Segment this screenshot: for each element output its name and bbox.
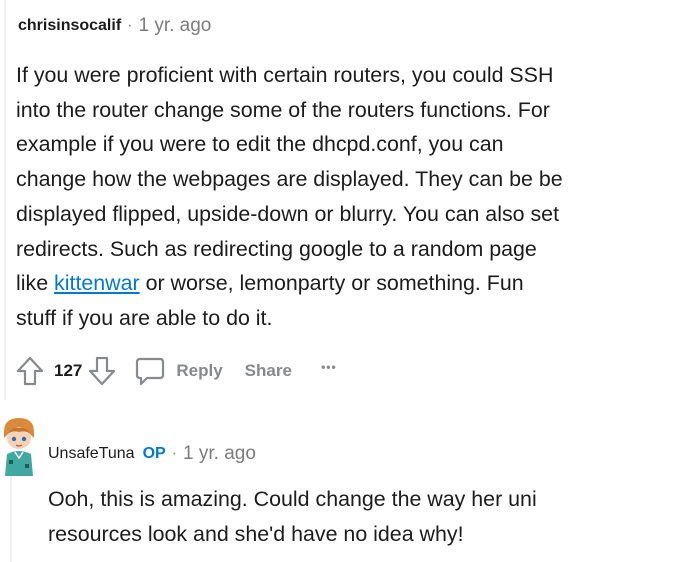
comment-line: into the router change some of the route… (16, 97, 550, 122)
more-options-icon: ••• (321, 360, 337, 374)
speech-bubble-icon (136, 357, 165, 386)
meta-separator: · (171, 445, 178, 462)
thread-line[interactable] (10, 476, 12, 562)
share-label: Share (244, 361, 292, 380)
upvote-button[interactable] (14, 353, 46, 389)
avatar-icon (4, 418, 34, 476)
comment-header: UnsafeTuna OP · 1 yr. ago (48, 442, 256, 466)
comment-author[interactable]: chrisinsocalif (18, 17, 121, 35)
comment-line: redirects. Such as redirecting google to… (16, 236, 537, 261)
comment-text: like (16, 271, 55, 296)
kittenwar-link[interactable]: kittenwar (54, 271, 140, 295)
reply-button[interactable]: Reply (134, 353, 223, 389)
vote-score: 127 (54, 361, 83, 380)
thread-line[interactable] (4, 0, 6, 400)
comment-body: Ooh, this is amazing. Could change the w… (48, 482, 688, 551)
comment-line: example if you were to edit the dhcpd.co… (16, 132, 504, 157)
more-options-button[interactable]: ••• (314, 353, 344, 389)
comment-action-bar: 127 Reply Share ••• (14, 350, 344, 392)
reply-label: Reply (176, 361, 223, 380)
comment-line: stuff if you are able to do it. (16, 305, 273, 330)
upvote-arrow-icon (16, 356, 44, 386)
comment-line: displayed flipped, upside-down or blurry… (16, 201, 560, 226)
comment-author[interactable]: UnsafeTuna (48, 445, 135, 463)
comment-line: If you were proficient with certain rout… (16, 63, 554, 87)
comment-timestamp[interactable]: 1 yr. ago (183, 443, 256, 465)
downvote-button[interactable] (86, 353, 118, 389)
comment-line: change how the webpages are displayed. T… (16, 167, 563, 192)
comment-timestamp[interactable]: 1 yr. ago (138, 15, 211, 37)
meta-separator: · (127, 17, 133, 34)
comment-line: resources look and she'd have no idea wh… (48, 521, 464, 546)
avatar[interactable] (0, 414, 38, 476)
share-button[interactable]: Share (245, 353, 292, 389)
comment-text: or worse, lemonparty or something. Fun (139, 271, 524, 296)
comment-line: like kittenwar or worse, lemonparty or s… (16, 266, 688, 301)
comment-header: chrisinsocalif · 1 yr. ago (18, 14, 211, 38)
comment-body: If you were proficient with certain rout… (16, 58, 688, 336)
op-badge: OP (142, 445, 166, 462)
downvote-arrow-icon (89, 356, 116, 386)
comment-line: Ooh, this is amazing. Could change the w… (48, 487, 537, 511)
